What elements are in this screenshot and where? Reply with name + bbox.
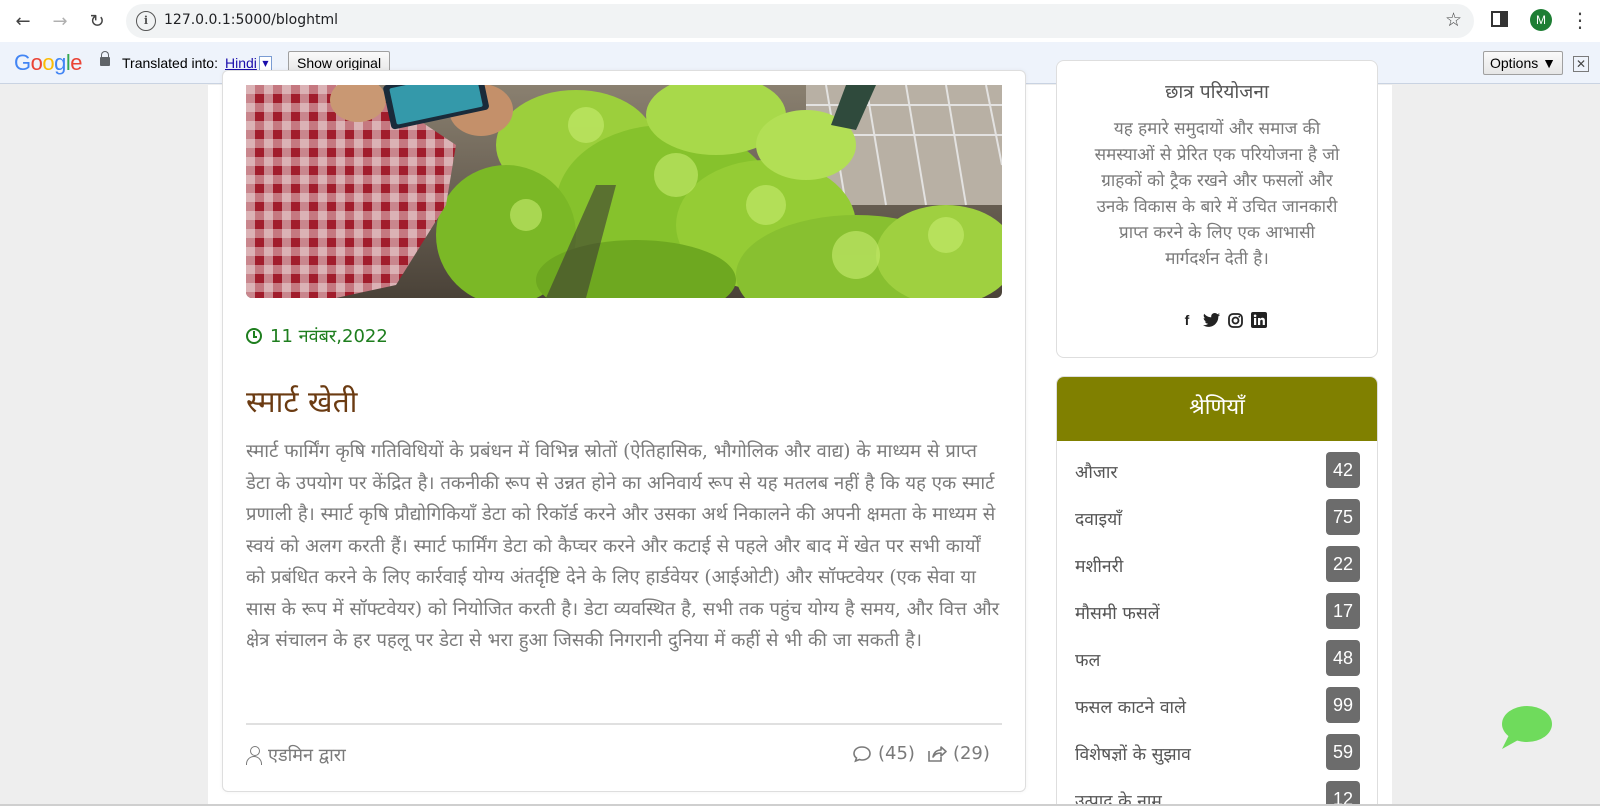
close-translate-bar-icon[interactable]: ✕ [1573, 56, 1589, 72]
categories-title: श्रेणियाँ [1057, 377, 1377, 441]
options-button[interactable]: Options ▼ [1483, 51, 1563, 75]
category-item[interactable]: विशेषज्ञों के सुझाव 59 [1057, 734, 1377, 781]
post-image [246, 85, 1002, 298]
shares-stat[interactable]: (29) [927, 743, 990, 764]
category-name[interactable]: दवाइयाँ [1075, 507, 1122, 531]
category-item[interactable]: दवाइयाँ 75 [1057, 499, 1377, 546]
post-date: 11 नवंबर,2022 [246, 324, 388, 348]
social-links: f [1178, 311, 1268, 329]
reload-icon[interactable]: ↻ [82, 6, 112, 36]
about-text: यह हमारे समुदायों और समाज की समस्याओं से… [1094, 119, 1340, 269]
language-dropdown-icon[interactable]: ▼ [259, 56, 272, 71]
browser-toolbar: ← → ↻ i 127.0.0.1:5000/bloghtml ☆ M ⋮ [0, 0, 1600, 42]
category-name[interactable]: विशेषज्ञों के सुझाव [1075, 742, 1191, 766]
comments-stat[interactable]: (45) [852, 743, 915, 764]
category-item[interactable]: फल 48 [1057, 640, 1377, 687]
bookmark-star-icon[interactable]: ☆ [1445, 9, 1462, 31]
translated-into-label: Translated into: [122, 55, 218, 71]
post-author: एडमिन द्वारा [246, 743, 346, 767]
category-count-badge: 22 [1326, 546, 1360, 582]
category-item[interactable]: फसल काटने वाले 99 [1057, 687, 1377, 734]
language-link[interactable]: Hindi [225, 55, 257, 71]
shares-count: (29) [952, 743, 990, 764]
post-divider [246, 723, 1002, 725]
url-text[interactable]: 127.0.0.1:5000/bloghtml [164, 12, 338, 28]
category-count-badge: 75 [1326, 499, 1360, 535]
twitter-icon[interactable] [1202, 311, 1220, 329]
instagram-icon[interactable] [1226, 311, 1244, 329]
site-info-icon[interactable]: i [136, 11, 156, 31]
categories-list: औजार 42 दवाइयाँ 75 मशीनरी 22 मौसमी फसलें… [1057, 452, 1377, 806]
post-body: स्मार्ट फार्मिंग कृषि गतिविधियों के प्रब… [246, 441, 1000, 651]
post-title[interactable]: स्मार्ट खेती [246, 380, 357, 421]
profile-avatar[interactable]: M [1530, 9, 1552, 31]
share-icon [928, 745, 947, 762]
facebook-icon[interactable]: f [1178, 311, 1196, 329]
category-count-badge: 17 [1326, 593, 1360, 629]
post-date-text: 11 नवंबर,2022 [270, 326, 388, 347]
category-count-badge: 59 [1326, 734, 1360, 770]
comments-count: (45) [878, 743, 915, 764]
chat-bubble-icon [1502, 706, 1552, 749]
category-item[interactable]: मौसमी फसलें 17 [1057, 593, 1377, 640]
comment-icon [853, 745, 871, 762]
categories-card: श्रेणियाँ औजार 42 दवाइयाँ 75 मशीनरी 22 म… [1056, 376, 1378, 806]
category-name[interactable]: औजार [1075, 460, 1118, 484]
post-stats: (45) (29) [852, 743, 990, 764]
side-panel-icon[interactable] [1491, 11, 1508, 27]
back-arrow-icon[interactable]: ← [8, 6, 38, 36]
lock-icon [100, 51, 110, 66]
post-author-text: एडमिन द्वारा [268, 745, 346, 766]
category-item[interactable]: उत्पाद के नाम 12 [1057, 781, 1377, 806]
category-item[interactable]: औजार 42 [1057, 452, 1377, 499]
category-name[interactable]: फल [1075, 648, 1100, 672]
address-bar[interactable]: i 127.0.0.1:5000/bloghtml ☆ [126, 4, 1474, 38]
linkedin-icon[interactable] [1250, 311, 1268, 329]
clock-icon [246, 328, 262, 344]
category-count-badge: 48 [1326, 640, 1360, 676]
category-name[interactable]: मौसमी फसलें [1075, 601, 1160, 625]
category-count-badge: 42 [1326, 452, 1360, 488]
chat-bubble-button[interactable] [1500, 705, 1552, 749]
forward-arrow-icon[interactable]: → [45, 6, 75, 36]
category-count-badge: 12 [1326, 781, 1360, 806]
category-item[interactable]: मशीनरी 22 [1057, 546, 1377, 593]
category-name[interactable]: मशीनरी [1075, 554, 1123, 578]
category-count-badge: 99 [1326, 687, 1360, 723]
browser-menu-icon[interactable]: ⋮ [1570, 8, 1590, 32]
about-title: छात्र परियोजना [1165, 81, 1269, 100]
user-icon [246, 746, 262, 765]
category-name[interactable]: फसल काटने वाले [1075, 695, 1186, 719]
google-logo: Google [14, 50, 83, 75]
